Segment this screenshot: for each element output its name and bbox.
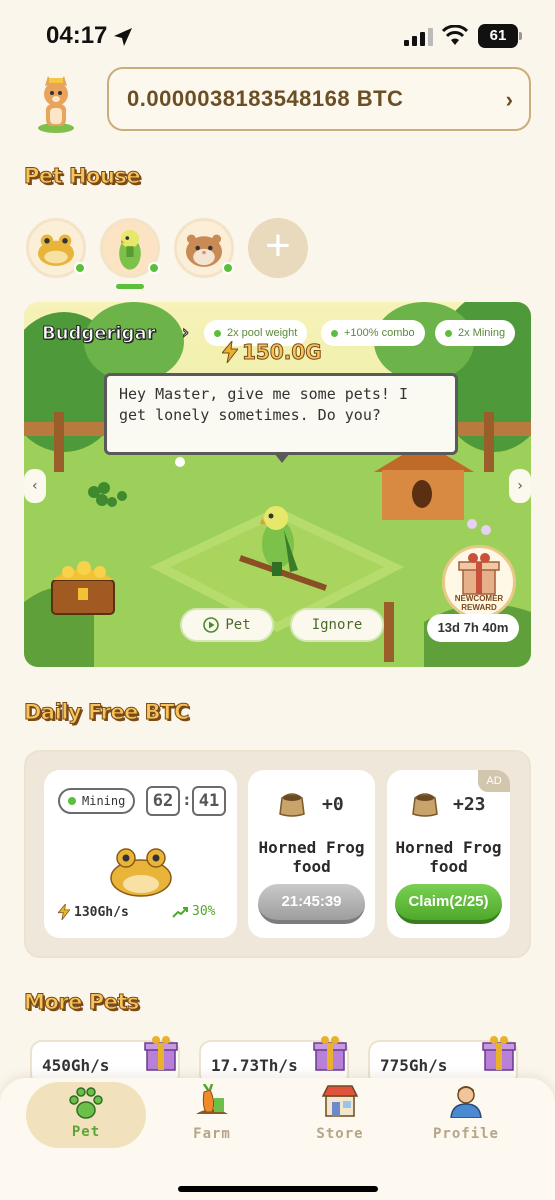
btc-balance-value: 0.0000038183548168 BTC bbox=[127, 86, 404, 111]
gift-box-icon bbox=[313, 1036, 347, 1071]
food-sack-icon bbox=[279, 793, 305, 817]
online-status-dot bbox=[222, 262, 234, 274]
trending-up-icon bbox=[172, 906, 188, 918]
hashrate-value: 130Gh/s bbox=[74, 904, 129, 920]
food-card: +0 Horned Frog food 21:45:39 bbox=[248, 770, 375, 938]
nav-label: Farm bbox=[193, 1126, 231, 1142]
food-card-ad: +23 Horned Frog food Claim(2/25) bbox=[387, 770, 510, 938]
food-amount: +0 bbox=[322, 794, 344, 815]
ad-badge: AD bbox=[478, 770, 510, 792]
ignore-button[interactable]: Ignore bbox=[290, 608, 384, 642]
wifi-icon bbox=[442, 25, 468, 45]
lightning-icon bbox=[58, 904, 70, 920]
food-amount: +23 bbox=[453, 794, 486, 815]
pet-house-title: Pet House bbox=[23, 164, 141, 189]
mining-status-pill: Mining bbox=[58, 788, 136, 814]
more-pet-hashrate: 775Gh/s bbox=[380, 1056, 448, 1075]
mining-timer-seconds: 41 bbox=[192, 786, 226, 816]
more-pet-hashrate: 450Gh/s bbox=[42, 1056, 110, 1075]
location-arrow-icon bbox=[114, 28, 132, 46]
nav-label: Pet bbox=[71, 1124, 101, 1140]
paw-icon bbox=[69, 1087, 103, 1119]
store-icon bbox=[321, 1085, 359, 1117]
daily-free-btc-title: Daily Free BTC bbox=[24, 700, 190, 725]
more-pets-title: More Pets bbox=[24, 990, 140, 1015]
status-bar: 04:17 61 bbox=[0, 0, 555, 70]
farm-icon bbox=[196, 1083, 228, 1114]
online-status-dot bbox=[74, 262, 86, 274]
scene-prev-arrow[interactable]: ‹ bbox=[24, 469, 46, 503]
gift-box-icon bbox=[144, 1036, 178, 1071]
food-cooldown-button[interactable]: 21:45:39 bbox=[258, 884, 365, 924]
chevron-right-icon: › bbox=[505, 87, 513, 112]
pet-button[interactable]: Pet bbox=[180, 608, 274, 642]
boost-pill: 2x Mining bbox=[435, 320, 516, 346]
cellular-signal-icon bbox=[404, 28, 433, 46]
claim-button[interactable]: Claim(2/25) bbox=[395, 884, 502, 924]
boost-label: 2x pool weight bbox=[227, 327, 298, 339]
play-circle-icon bbox=[203, 617, 220, 633]
nav-label: Profile bbox=[432, 1126, 499, 1142]
newcomer-reward-label: NEWCOMER REWARD bbox=[454, 594, 504, 612]
pet-button-label: Pet bbox=[225, 617, 251, 633]
speech-bubble-tail bbox=[274, 453, 290, 463]
mining-card: Mining 62 : 41 130Gh/s 30% bbox=[44, 770, 237, 938]
power-value: 150.0G bbox=[242, 340, 323, 365]
hashrate-readout: 130Gh/s bbox=[58, 904, 129, 920]
mining-status-label: Mining bbox=[82, 794, 126, 808]
bottom-nav: Pet Farm Store Profile bbox=[0, 1078, 555, 1200]
treasure-chest-icon[interactable] bbox=[48, 558, 118, 616]
horned-frog-icon bbox=[110, 848, 172, 897]
nav-item-pet[interactable]: Pet bbox=[26, 1082, 146, 1148]
timer-separator: : bbox=[182, 790, 192, 809]
budgerigar-sprite[interactable] bbox=[238, 500, 328, 592]
boost-readout: 30% bbox=[172, 904, 215, 919]
pet-name-label[interactable]: Budgerigar bbox=[41, 323, 155, 345]
gift-box-icon bbox=[482, 1036, 516, 1071]
power-readout: 150.0G bbox=[222, 340, 323, 365]
reward-timer: 13d 7h 40m bbox=[427, 614, 519, 642]
profile-icon bbox=[450, 1086, 482, 1119]
scene-next-arrow[interactable]: › bbox=[509, 469, 531, 503]
btc-balance-button[interactable]: 0.0000038183548168 BTC › bbox=[107, 67, 531, 131]
boost-label: +100% combo bbox=[344, 327, 415, 339]
food-sack-icon bbox=[412, 793, 438, 817]
chevron-right-icon[interactable]: › bbox=[180, 322, 192, 344]
user-cat-avatar-icon[interactable] bbox=[34, 74, 78, 134]
nav-item-farm[interactable]: Farm bbox=[152, 1083, 272, 1150]
nav-item-store[interactable]: Store bbox=[280, 1084, 400, 1150]
nav-label: Store bbox=[316, 1126, 364, 1142]
online-status-dot bbox=[148, 262, 160, 274]
mining-timer-minutes: 62 bbox=[146, 786, 180, 816]
boost-value: 30% bbox=[192, 904, 216, 919]
home-indicator bbox=[178, 1186, 378, 1192]
active-tab-indicator bbox=[116, 284, 144, 289]
battery-indicator: 61 bbox=[478, 24, 522, 48]
food-title: Horned Frog food bbox=[395, 838, 502, 876]
add-pet-button[interactable]: + bbox=[248, 218, 308, 278]
more-pet-hashrate: 17.73Th/s bbox=[211, 1056, 298, 1075]
ignore-button-label: Ignore bbox=[311, 617, 363, 633]
nav-item-profile[interactable]: Profile bbox=[406, 1084, 526, 1150]
boost-label: 2x Mining bbox=[458, 327, 506, 339]
food-title: Horned Frog food bbox=[258, 838, 365, 876]
status-time: 04:17 bbox=[46, 22, 108, 49]
lightning-icon bbox=[222, 341, 238, 363]
speech-bubble: Hey Master, give me some pets! I get lon… bbox=[104, 373, 458, 455]
boost-pill: +100% combo bbox=[321, 320, 425, 346]
newcomer-reward-button[interactable]: NEWCOMER REWARD bbox=[442, 545, 516, 619]
